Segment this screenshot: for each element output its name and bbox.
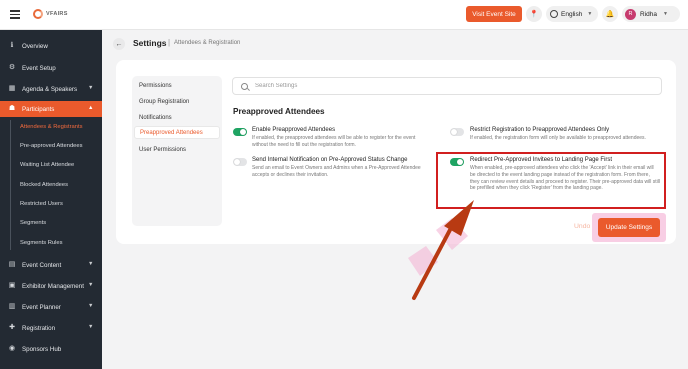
option-label: Redirect Pre-Approved Invitees to Landin… — [470, 157, 613, 163]
calendar-icon: ▦ — [8, 85, 16, 92]
sidebar-item-label: Participants — [22, 105, 55, 113]
search-icon — [241, 82, 248, 90]
arrow-left-icon: ← — [115, 40, 123, 48]
search-input[interactable] — [255, 83, 635, 89]
sidebar-item-label: Event Content — [22, 261, 62, 269]
redirect-landing-page-toggle[interactable] — [450, 158, 464, 166]
chevron-up-icon: ▲ — [88, 105, 94, 111]
tab-notifications[interactable]: Notifications — [134, 111, 220, 124]
pin-icon[interactable]: 📍 — [526, 6, 542, 22]
undo-button[interactable]: Undo — [574, 223, 590, 230]
title-separator: | — [168, 38, 171, 47]
chevron-down-icon: ▼ — [88, 85, 94, 91]
update-settings-button[interactable]: Update Settings — [598, 218, 660, 237]
logo[interactable]: VFAIRS — [33, 9, 68, 19]
top-bar: VFAIRS Visit Event Site 📍 English ▼ 🔔 R … — [0, 0, 688, 30]
visit-event-site-button[interactable]: Visit Event Site — [466, 6, 522, 22]
gear-icon: ⚙ — [8, 64, 16, 71]
user-name: Ridha — [640, 10, 657, 18]
sidebar-item-label: Event Planner — [22, 303, 61, 311]
logo-mark-icon — [33, 9, 43, 19]
chevron-down-icon: ▼ — [88, 282, 94, 288]
option-description: When enabled, pre-approved attendees who… — [470, 165, 661, 192]
sidebar-item-label: Event Setup — [22, 64, 56, 72]
tab-user-permissions[interactable]: User Permissions — [134, 143, 220, 156]
sidebar-subitem-blocked-attendees[interactable]: Blocked Attendees — [0, 177, 102, 193]
internal-notification-toggle[interactable] — [233, 158, 247, 166]
hamburger-menu-icon[interactable] — [10, 10, 20, 19]
tab-permissions[interactable]: Permissions — [134, 79, 220, 92]
sidebar-item-registration[interactable]: ✚ Registration ▼ — [0, 320, 102, 336]
chevron-down-icon: ▼ — [662, 11, 668, 17]
toggle-knob — [240, 129, 246, 135]
sidebar-item-label: Registration — [22, 324, 56, 332]
chevron-down-icon: ▼ — [88, 261, 94, 267]
sidebar-item-label: Exhibitor Management — [22, 282, 84, 290]
user-menu[interactable]: R Ridha ▼ — [622, 6, 680, 22]
sidebar-item-agenda-speakers[interactable]: ▦ Agenda & Speakers ▼ — [0, 81, 102, 97]
restrict-registration-toggle[interactable] — [450, 128, 464, 136]
option-label: Restrict Registration to Preapproved Att… — [470, 127, 610, 133]
globe-icon — [550, 10, 558, 18]
sponsors-icon: ◉ — [8, 345, 16, 352]
sidebar-subitem-restricted-users[interactable]: Restricted Users — [0, 196, 102, 212]
sidebar-subitem-attendees-registrants[interactable]: Attendees & Registrants — [0, 119, 102, 135]
language-label: English — [561, 10, 583, 18]
document-icon: ▤ — [8, 261, 16, 268]
sidebar-item-sponsors-hub[interactable]: ◉ Sponsors Hub — [0, 341, 102, 357]
section-title: Preapproved Attendees — [233, 107, 325, 116]
sidebar-item-exhibitor-management[interactable]: ▣ Exhibitor Management ▼ — [0, 278, 102, 294]
avatar: R — [625, 8, 636, 20]
people-icon: ☗ — [8, 105, 16, 112]
option-label: Send Internal Notification on Pre-Approv… — [252, 157, 408, 163]
page-title: Settings — [133, 38, 167, 48]
option-description: If enabled, the preapproved attendees wi… — [252, 135, 416, 148]
sidebar-item-label: Overview — [22, 42, 48, 50]
chevron-down-icon: ▼ — [88, 303, 94, 309]
info-icon: ℹ — [10, 42, 14, 49]
toggle-knob — [457, 159, 463, 165]
store-icon: ▣ — [8, 282, 16, 289]
enable-preapproved-toggle[interactable] — [233, 128, 247, 136]
add-user-icon: ✚ — [9, 324, 15, 331]
arrow-glow — [408, 246, 438, 276]
bell-icon[interactable]: 🔔 — [602, 6, 618, 22]
sidebar-subitem-segments-rules[interactable]: Segments Rules — [0, 235, 102, 251]
sidebar-item-label: Sponsors Hub — [22, 345, 62, 353]
option-description: If enabled, the registration form will o… — [470, 135, 646, 141]
back-button[interactable]: ← — [113, 38, 125, 50]
breadcrumb: Attendees & Registration — [174, 40, 241, 46]
chevron-down-icon: ▼ — [88, 324, 94, 330]
tab-preapproved-attendees[interactable]: Preapproved Attendees — [134, 126, 220, 139]
search-bar — [232, 77, 662, 95]
sidebar-item-overview[interactable]: ℹ Overview — [0, 38, 102, 54]
logo-text: VFAIRS — [46, 11, 68, 17]
sidebar-subitem-preapproved-attendees[interactable]: Pre-approved Attendees — [0, 138, 102, 154]
sidebar-item-event-content[interactable]: ▤ Event Content ▼ — [0, 257, 102, 273]
language-selector[interactable]: English ▼ — [546, 6, 598, 22]
option-description: Send an email to Event Owners and Admins… — [252, 165, 421, 178]
option-label: Enable Preapproved Attendees — [252, 127, 336, 133]
toggle-knob — [234, 159, 240, 165]
chevron-down-icon: ▼ — [587, 11, 593, 17]
sidebar-item-event-planner[interactable]: ▥ Event Planner ▼ — [0, 299, 102, 315]
sidebar-subitem-waiting-list[interactable]: Waiting List Attendee — [0, 157, 102, 173]
planner-icon: ▥ — [8, 303, 16, 310]
sidebar-subitem-segments[interactable]: Segments — [0, 215, 102, 231]
sidebar-item-participants[interactable]: ☗ Participants ▲ — [0, 101, 102, 117]
sidebar-item-label: Agenda & Speakers — [22, 85, 78, 93]
tab-group-registration[interactable]: Group Registration — [134, 95, 220, 108]
toggle-knob — [451, 129, 457, 135]
sidebar-item-event-setup[interactable]: ⚙ Event Setup — [0, 60, 102, 76]
